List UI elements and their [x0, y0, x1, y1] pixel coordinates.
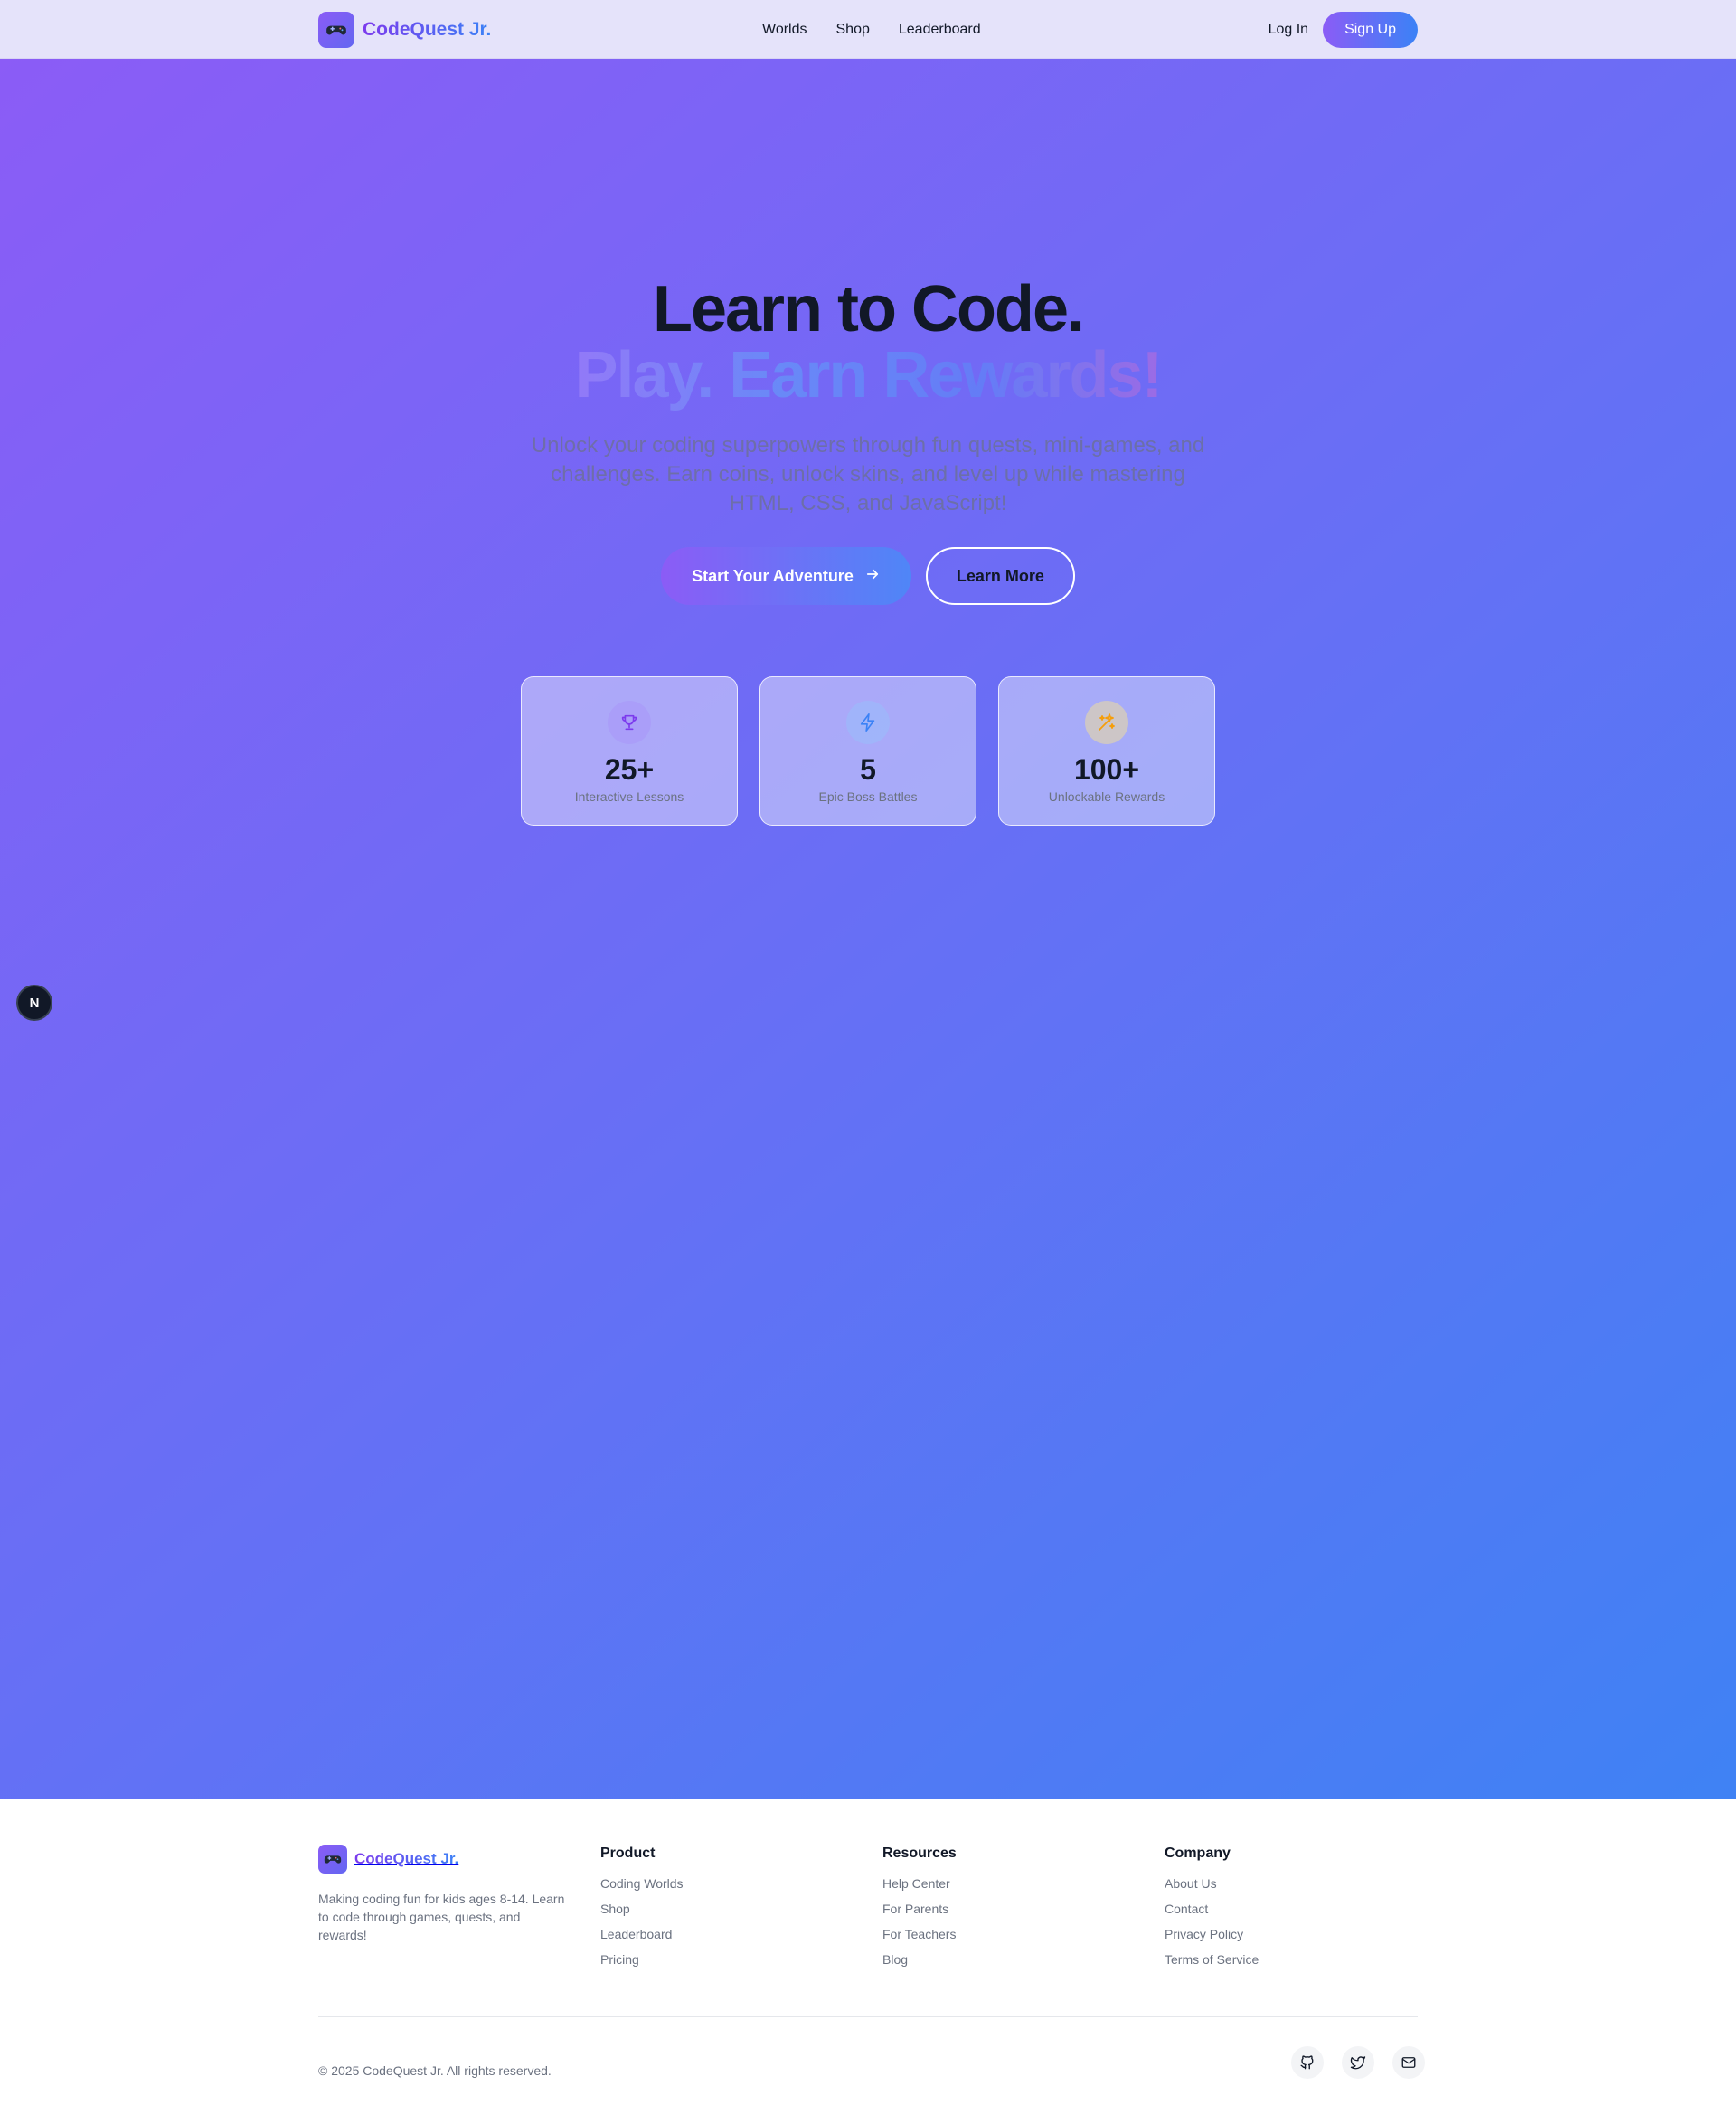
footer-link-privacy-policy[interactable]: Privacy Policy — [1165, 1926, 1391, 1942]
navbar-content: CodeQuest Jr. Worlds Shop Leaderboard Lo… — [318, 0, 1418, 59]
sparkles-icon — [1085, 701, 1128, 744]
hero-cta-row: Start Your Adventure Learn More — [0, 547, 1736, 605]
hero-title-line2: Play. Earn Rewards! — [574, 339, 1164, 411]
stat-card-lessons: 25+ Interactive Lessons — [521, 676, 738, 826]
brand-name: CodeQuest Jr. — [363, 18, 492, 40]
footer-column-title: Product — [600, 1846, 656, 1861]
footer-link-help-center[interactable]: Help Center — [882, 1875, 1109, 1892]
stat-label: Unlockable Rewards — [1048, 789, 1165, 804]
dev-tools-badge[interactable]: N — [16, 985, 52, 1021]
stat-value: 5 — [860, 753, 876, 786]
copyright-text: © 2025 CodeQuest Jr. All rights reserved… — [318, 2063, 552, 2078]
start-adventure-button[interactable]: Start Your Adventure — [661, 547, 911, 605]
social-links — [1291, 2046, 1425, 2079]
stat-card-boss-battles: 5 Epic Boss Battles — [760, 676, 976, 826]
footer-column-company: Company About Us Contact Privacy Policy … — [1165, 1845, 1391, 1977]
footer-column-resources: Resources Help Center For Parents For Te… — [882, 1845, 1109, 1977]
nav-leaderboard[interactable]: Leaderboard — [899, 22, 981, 38]
footer-link-pricing[interactable]: Pricing — [600, 1951, 826, 1968]
stat-value: 25+ — [604, 753, 655, 786]
stats-row: 25+ Interactive Lessons 5 Epic Boss Batt… — [521, 676, 1215, 826]
footer-link-leaderboard[interactable]: Leaderboard — [600, 1926, 826, 1942]
footer-column-title: Resources — [882, 1846, 957, 1861]
login-link[interactable]: Log In — [1269, 22, 1308, 38]
hero-title-gradient: Play. Earn Rewards! — [0, 337, 1736, 413]
stat-card-rewards: 100+ Unlockable Rewards — [998, 676, 1215, 826]
stat-label: Epic Boss Battles — [818, 789, 918, 804]
twitter-icon[interactable] — [1342, 2046, 1374, 2079]
footer-divider — [318, 2016, 1418, 2017]
github-icon[interactable] — [1291, 2046, 1324, 2079]
site-footer: CodeQuest Jr. Making coding fun for kids… — [0, 1799, 1736, 2124]
gamepad-icon — [318, 11, 354, 48]
footer-link-about-us[interactable]: About Us — [1165, 1875, 1391, 1892]
nav-shop[interactable]: Shop — [836, 22, 870, 38]
hero-subtitle: Unlock your coding superpowers through f… — [531, 433, 1205, 515]
top-navbar: CodeQuest Jr. Worlds Shop Leaderboard Lo… — [0, 0, 1736, 59]
footer-brand-name: CodeQuest Jr. — [354, 1850, 459, 1867]
hero-section: Learn to Code. Play. Earn Rewards! Unloc… — [0, 59, 1736, 1799]
footer-link-blog[interactable]: Blog — [882, 1951, 1109, 1968]
footer-link-for-parents[interactable]: For Parents — [882, 1901, 1109, 1917]
footer-column-title: Company — [1165, 1846, 1231, 1861]
gamepad-icon — [318, 1845, 347, 1874]
stat-value: 100+ — [1073, 753, 1140, 786]
footer-link-shop[interactable]: Shop — [600, 1901, 826, 1917]
footer-column-product: Product Coding Worlds Shop Leaderboard P… — [600, 1845, 826, 1977]
brand-link[interactable]: CodeQuest Jr. — [318, 11, 492, 48]
hero-title: Learn to Code. — [652, 273, 1085, 345]
footer-link-contact[interactable]: Contact — [1165, 1901, 1391, 1917]
nav-worlds[interactable]: Worlds — [762, 22, 807, 38]
start-adventure-label: Start Your Adventure — [692, 566, 854, 585]
footer-link-terms[interactable]: Terms of Service — [1165, 1951, 1391, 1968]
mail-icon[interactable] — [1392, 2046, 1425, 2079]
main-nav: Worlds Shop Leaderboard — [762, 0, 981, 59]
footer-brand-link[interactable]: CodeQuest Jr. — [318, 1845, 458, 1874]
arrow-right-icon — [864, 566, 881, 587]
learn-more-button[interactable]: Learn More — [925, 547, 1075, 605]
lightning-icon — [846, 701, 890, 744]
footer-link-for-teachers[interactable]: For Teachers — [882, 1926, 1109, 1942]
footer-description: Making coding fun for kids ages 8-14. Le… — [318, 1892, 565, 1942]
signup-button[interactable]: Sign Up — [1323, 11, 1418, 48]
footer-link-coding-worlds[interactable]: Coding Worlds — [600, 1875, 826, 1892]
stat-label: Interactive Lessons — [574, 789, 684, 804]
auth-actions: Log In Sign Up — [1269, 11, 1418, 48]
trophy-icon — [608, 701, 651, 744]
